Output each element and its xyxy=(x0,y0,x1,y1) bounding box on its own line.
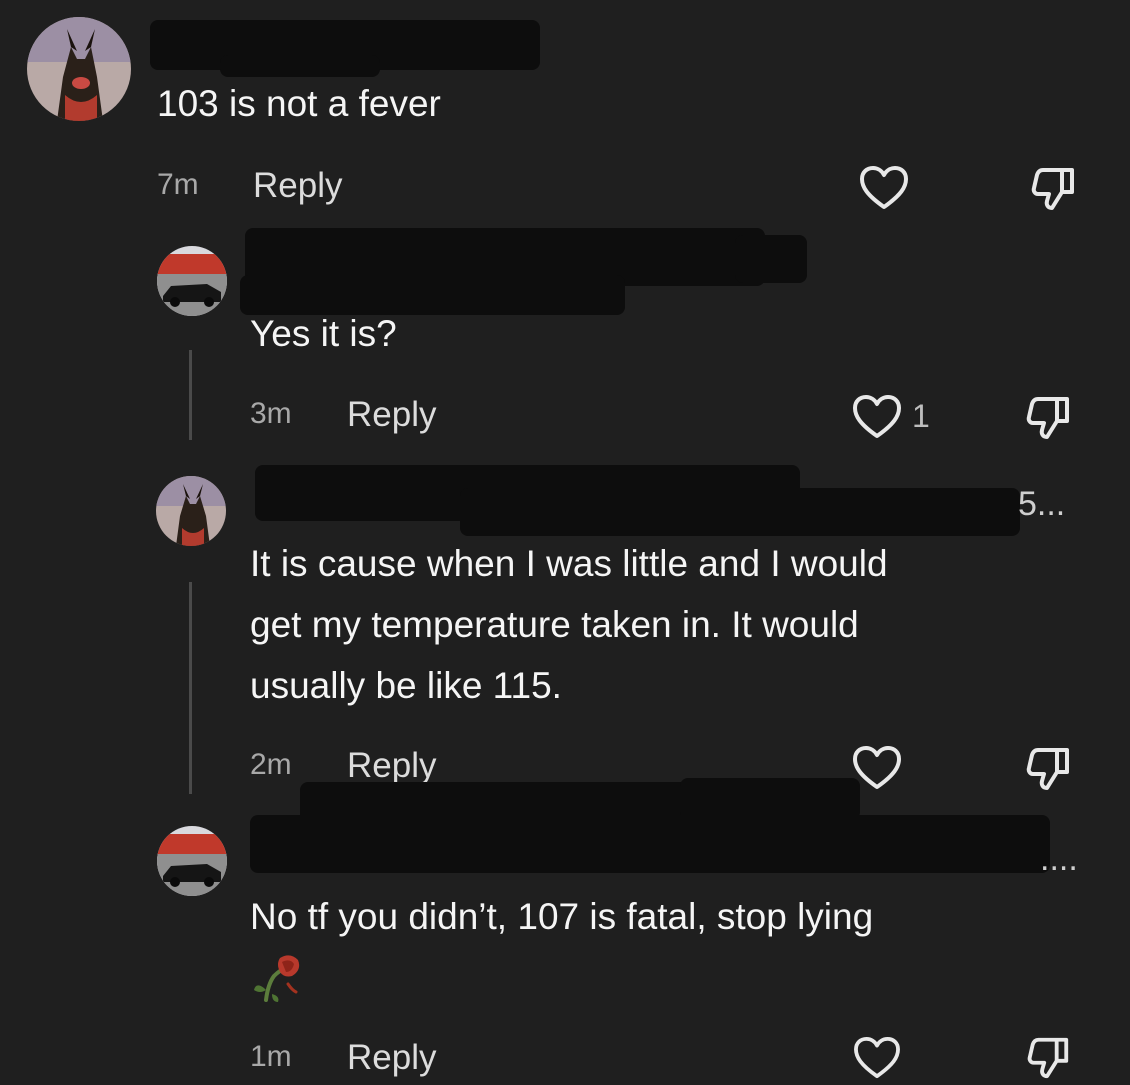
heart-outline-icon[interactable] xyxy=(852,1036,902,1085)
comment-text: Yes it is? xyxy=(250,313,397,354)
comment-time: 1m xyxy=(250,1040,292,1073)
thumbs-down-icon[interactable] xyxy=(1025,744,1073,797)
like-count: 1 xyxy=(912,398,930,434)
avatar[interactable] xyxy=(27,17,131,121)
comment-text-line: It is cause when I was little and I woul… xyxy=(250,543,888,584)
reply-button[interactable]: Reply xyxy=(253,166,342,206)
username-tail: 5... xyxy=(1018,485,1066,523)
reply-button[interactable]: Reply xyxy=(347,395,436,435)
comment-text: No tf you didn’t, 107 is fatal, stop lyi… xyxy=(250,896,874,937)
comment-text-line: get my temperature taken in. It would xyxy=(250,604,859,645)
redacted-username xyxy=(680,778,860,820)
comment-time: 2m xyxy=(250,748,292,781)
avatar[interactable] xyxy=(156,476,226,546)
comment-time: 7m xyxy=(157,168,199,201)
reply-button[interactable]: Reply xyxy=(347,1038,436,1078)
username-tail: .... xyxy=(1040,840,1078,878)
thumbs-down-icon[interactable] xyxy=(1025,393,1073,446)
reply-button[interactable]: Reply xyxy=(347,746,436,786)
redacted-username xyxy=(250,815,1050,873)
comment-time: 3m xyxy=(250,397,292,430)
comment-text-line: usually be like 115. xyxy=(250,665,562,706)
thumbs-down-icon[interactable] xyxy=(1025,1034,1073,1085)
comment-text: 103 is not a fever xyxy=(157,83,441,124)
heart-outline-icon[interactable] xyxy=(852,394,902,445)
avatar[interactable] xyxy=(157,246,227,316)
thread-line xyxy=(189,582,192,794)
thread-line xyxy=(189,350,192,440)
wilted-rose-emoji xyxy=(250,950,304,1009)
heart-outline-icon[interactable] xyxy=(859,165,909,216)
redacted-username xyxy=(735,235,807,283)
avatar[interactable] xyxy=(157,826,227,896)
thumbs-down-icon[interactable] xyxy=(1030,164,1078,217)
redacted-username xyxy=(460,488,1020,536)
